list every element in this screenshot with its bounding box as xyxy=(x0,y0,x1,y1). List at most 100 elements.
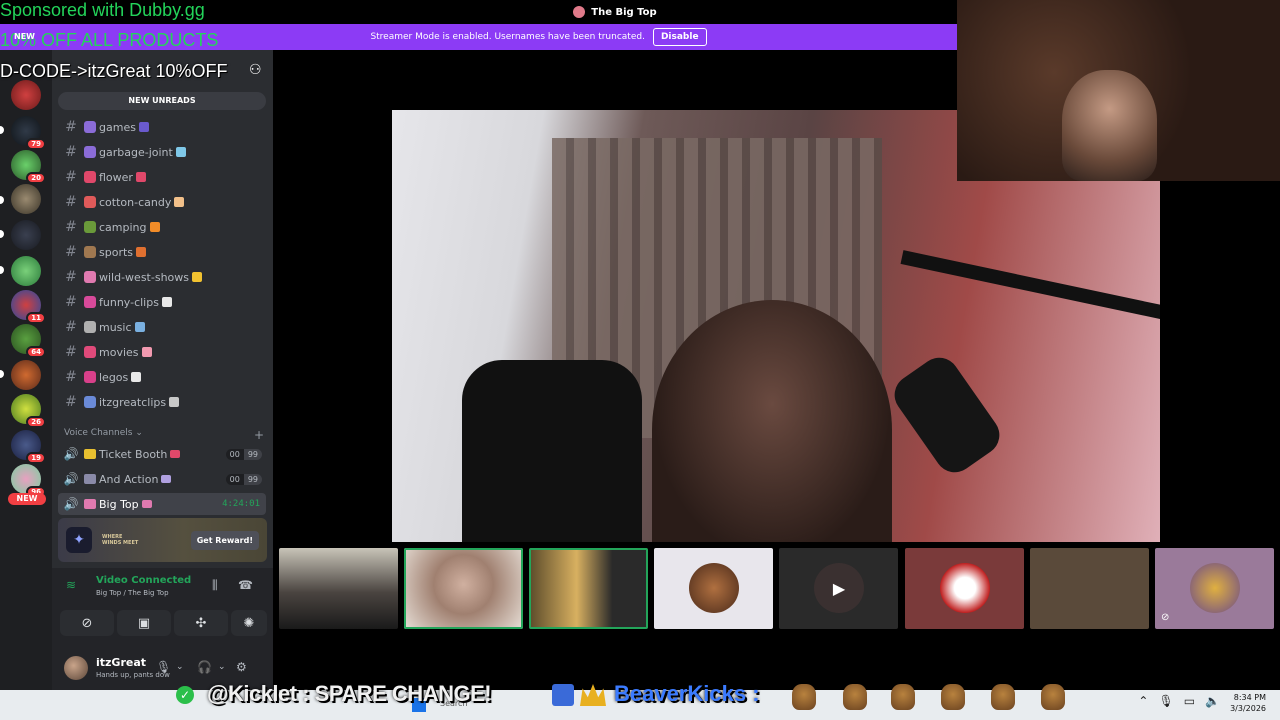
hash-icon: # xyxy=(65,194,77,210)
channel-sports[interactable]: # sports xyxy=(58,241,266,263)
volume-icon[interactable]: 🔈 xyxy=(1205,694,1220,708)
channel-itzgreatclips[interactable]: # itzgreatclips xyxy=(58,391,266,413)
chat-message-beaverkicks: BeaverKicks : xyxy=(614,681,760,706)
username[interactable]: itzGreat xyxy=(96,656,146,669)
channel-music[interactable]: # music xyxy=(58,316,266,338)
hash-icon: # xyxy=(65,119,77,135)
disable-streamer-mode-button[interactable]: Disable xyxy=(652,28,707,46)
server-icon[interactable] xyxy=(11,256,41,286)
channel-wild-west-shows[interactable]: # wild-west-shows xyxy=(58,266,266,288)
participant-tile[interactable] xyxy=(404,548,523,629)
call-timer: 4:24:01 xyxy=(222,499,260,509)
channel-movies[interactable]: # movies xyxy=(58,341,266,363)
channel-emoji-icon xyxy=(169,397,180,407)
channel-emoji-icon xyxy=(84,499,96,509)
promo-banner[interactable]: ✦ WHERE WINDS MEET Get Reward! xyxy=(58,518,267,562)
screen-share-icon: ▣ xyxy=(137,615,151,631)
signal-icon[interactable]: ≋ xyxy=(66,578,76,592)
channel-label: garbage-joint xyxy=(99,145,173,159)
voice-channel-ticket-booth[interactable]: 🔊 Ticket Booth 00 99 xyxy=(58,443,266,465)
camera-off-button[interactable]: ⊘ xyxy=(60,610,114,636)
chevron-down-icon[interactable]: ⌄ xyxy=(176,662,184,672)
server-icon[interactable] xyxy=(11,184,41,214)
server-rail: 79 20 11 64 26 19 96 NEW xyxy=(0,50,52,690)
channel-garbage-joint[interactable]: # garbage-joint xyxy=(58,141,266,163)
voice-location[interactable]: Big Top / The Big Top xyxy=(96,589,169,597)
channel-emoji-icon xyxy=(149,222,160,232)
unread-badge: 19 xyxy=(26,452,46,464)
server-icon[interactable]: 26 xyxy=(11,394,46,428)
mic-icon[interactable]: 🎙 xyxy=(1158,694,1173,708)
server-icon[interactable]: 79 xyxy=(11,116,46,150)
participant-tile[interactable] xyxy=(905,548,1024,629)
speaker-icon: 🔊 xyxy=(63,447,79,461)
voice-channel-big-top[interactable]: 🔊 Big Top 4:24:01 xyxy=(58,493,266,515)
soundboard-button[interactable]: ✺ xyxy=(231,610,267,636)
channel-emoji-icon xyxy=(161,475,172,483)
add-channel-icon[interactable]: + xyxy=(254,428,264,442)
noise-suppression-icon[interactable]: ⫼ xyxy=(212,578,218,593)
channel-emoji-icon xyxy=(84,271,96,283)
participant-tile[interactable]: ▶ xyxy=(779,548,898,629)
server-icon[interactable]: 19 xyxy=(11,430,46,464)
screen-share-button[interactable]: ▣ xyxy=(117,610,171,636)
chat-emote xyxy=(891,684,915,710)
channel-funny-clips[interactable]: # funny-clips xyxy=(58,291,266,313)
system-clock[interactable]: 8:34 PM 3/3/2026 xyxy=(1230,692,1266,714)
network-icon[interactable]: ▭ xyxy=(1184,694,1195,708)
channel-cotton-candy[interactable]: # cotton-candy xyxy=(58,191,266,213)
channel-emoji-icon xyxy=(84,321,96,333)
add-user-icon[interactable]: ⚇ xyxy=(249,62,262,78)
voice-channels-header[interactable]: Voice Channels ⌄ + xyxy=(64,428,264,442)
participant-avatar xyxy=(1190,563,1240,613)
server-icon[interactable] xyxy=(11,220,41,250)
chevron-up-icon[interactable]: ⌃ xyxy=(1138,694,1148,708)
voice-status[interactable]: Video Connected xyxy=(96,575,191,586)
video-chair xyxy=(462,360,642,542)
channel-legos[interactable]: # legos xyxy=(58,366,266,388)
chat-emote xyxy=(941,684,965,710)
activities-icon: ✣ xyxy=(195,615,207,631)
server-icon[interactable] xyxy=(11,80,41,110)
new-unreads-pill[interactable]: NEW UNREADS xyxy=(58,92,266,110)
server-icon[interactable]: 20 xyxy=(11,150,46,184)
chat-emote xyxy=(1041,684,1065,710)
disconnect-icon[interactable]: ☎ xyxy=(238,578,253,592)
mic-icon[interactable]: 🎙 xyxy=(156,660,171,674)
channel-emoji-icon xyxy=(141,347,152,357)
participant-tile[interactable] xyxy=(279,548,398,629)
user-limit-counter: 00 99 xyxy=(225,473,262,485)
hash-icon: # xyxy=(65,269,77,285)
chevron-down-icon[interactable]: ⌄ xyxy=(218,662,226,672)
channel-label: itzgreatclips xyxy=(99,395,167,409)
channel-emoji-icon xyxy=(84,449,96,459)
channel-emoji-icon xyxy=(136,247,147,257)
chat-emote xyxy=(552,684,574,706)
speaker-icon: 🔊 xyxy=(63,497,79,511)
promo-text: WHERE WINDS MEET xyxy=(102,534,139,546)
server-icon[interactable] xyxy=(11,360,41,390)
participant-tile[interactable] xyxy=(654,548,773,629)
participant-tile[interactable]: ⊘ xyxy=(1155,548,1274,629)
channel-label: cotton-candy xyxy=(99,195,172,209)
channel-sidebar: NEW UNREADS # games # garbage-joint # flower #… xyxy=(52,50,273,690)
get-reward-button[interactable]: Get Reward! xyxy=(190,530,259,550)
settings-gear-icon[interactable]: ⚙ xyxy=(236,660,247,674)
participant-tile[interactable] xyxy=(529,548,648,629)
channel-emoji-icon xyxy=(175,147,186,157)
unread-indicator xyxy=(0,230,4,238)
channel-games[interactable]: # games xyxy=(58,116,266,138)
voice-channel-and-action[interactable]: 🔊 And Action 00 99 xyxy=(58,468,266,490)
avatar[interactable] xyxy=(64,656,88,680)
camera-off-icon: ⊘ xyxy=(81,615,93,631)
headphones-icon[interactable]: 🎧 xyxy=(197,660,212,674)
activities-button[interactable]: ✣ xyxy=(174,610,228,636)
server-icon[interactable]: 11 xyxy=(11,290,46,324)
server-icon[interactable]: 64 xyxy=(11,324,46,358)
server-icon[interactable]: 96 xyxy=(11,464,46,498)
channel-camping[interactable]: # camping xyxy=(58,216,266,238)
hash-icon: # xyxy=(65,244,77,260)
channel-label: funny-clips xyxy=(99,295,159,309)
channel-flower[interactable]: # flower xyxy=(58,166,266,188)
participant-tile[interactable] xyxy=(1030,548,1149,629)
